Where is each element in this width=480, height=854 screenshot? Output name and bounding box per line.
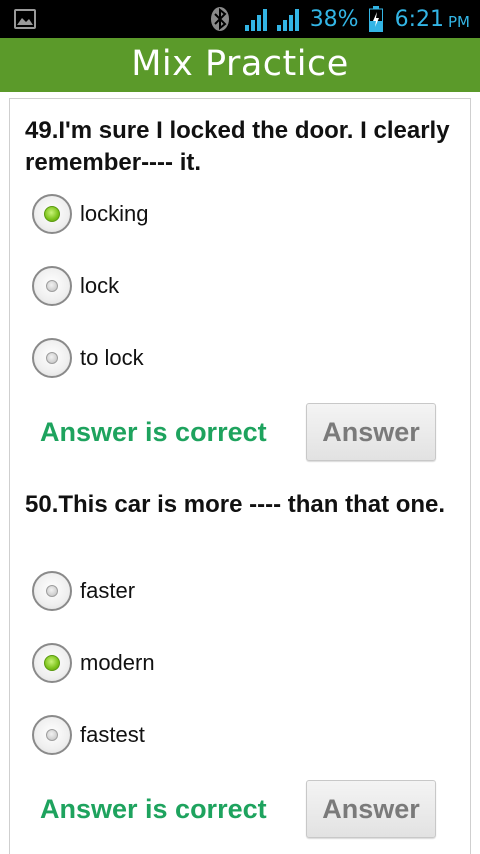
status-bar: 38% 6:21 PM — [0, 0, 480, 38]
option-label: modern — [80, 650, 155, 675]
option-label: locking — [80, 201, 149, 226]
signal-icon — [244, 9, 267, 31]
answer-button[interactable]: Answer — [306, 780, 436, 838]
image-icon — [14, 9, 36, 29]
option-label: lock — [80, 273, 120, 298]
page-title: Mix Practice — [131, 44, 349, 84]
answer-feedback: Answer is correct — [40, 794, 267, 824]
option-fastest[interactable]: fastest — [32, 711, 145, 759]
option-modern[interactable]: modern — [32, 639, 155, 687]
radio-button[interactable] — [32, 266, 72, 306]
signal-icon — [276, 9, 299, 31]
option-locking[interactable]: locking — [32, 190, 148, 238]
app-bar: Mix Practice — [0, 38, 480, 92]
bluetooth-icon — [210, 7, 229, 31]
battery-percent: 38% — [309, 6, 359, 32]
option-faster[interactable]: faster — [32, 567, 135, 615]
question-list[interactable]: 49.I'm sure I locked the door. I clearly… — [9, 98, 471, 854]
radio-button-selected[interactable] — [32, 194, 72, 234]
option-to-lock[interactable]: to lock — [32, 334, 144, 382]
radio-button-selected[interactable] — [32, 643, 72, 683]
option-label: fastest — [80, 722, 145, 747]
clock-ampm: PM — [448, 12, 470, 31]
radio-button[interactable] — [32, 715, 72, 755]
option-lock[interactable]: lock — [32, 262, 119, 310]
answer-button[interactable]: Answer — [306, 403, 436, 461]
question-text: 50.This car is more ---- than that one. — [25, 491, 446, 518]
radio-button[interactable] — [32, 571, 72, 611]
clock-time: 6:21 — [394, 6, 444, 32]
option-label: to lock — [80, 345, 144, 370]
question-text: 49.I'm sure I locked the door. I clearly… — [25, 117, 450, 176]
battery-charging-icon — [368, 6, 383, 32]
option-label: faster — [80, 578, 136, 603]
radio-button[interactable] — [32, 338, 72, 378]
answer-feedback: Answer is correct — [40, 417, 267, 447]
